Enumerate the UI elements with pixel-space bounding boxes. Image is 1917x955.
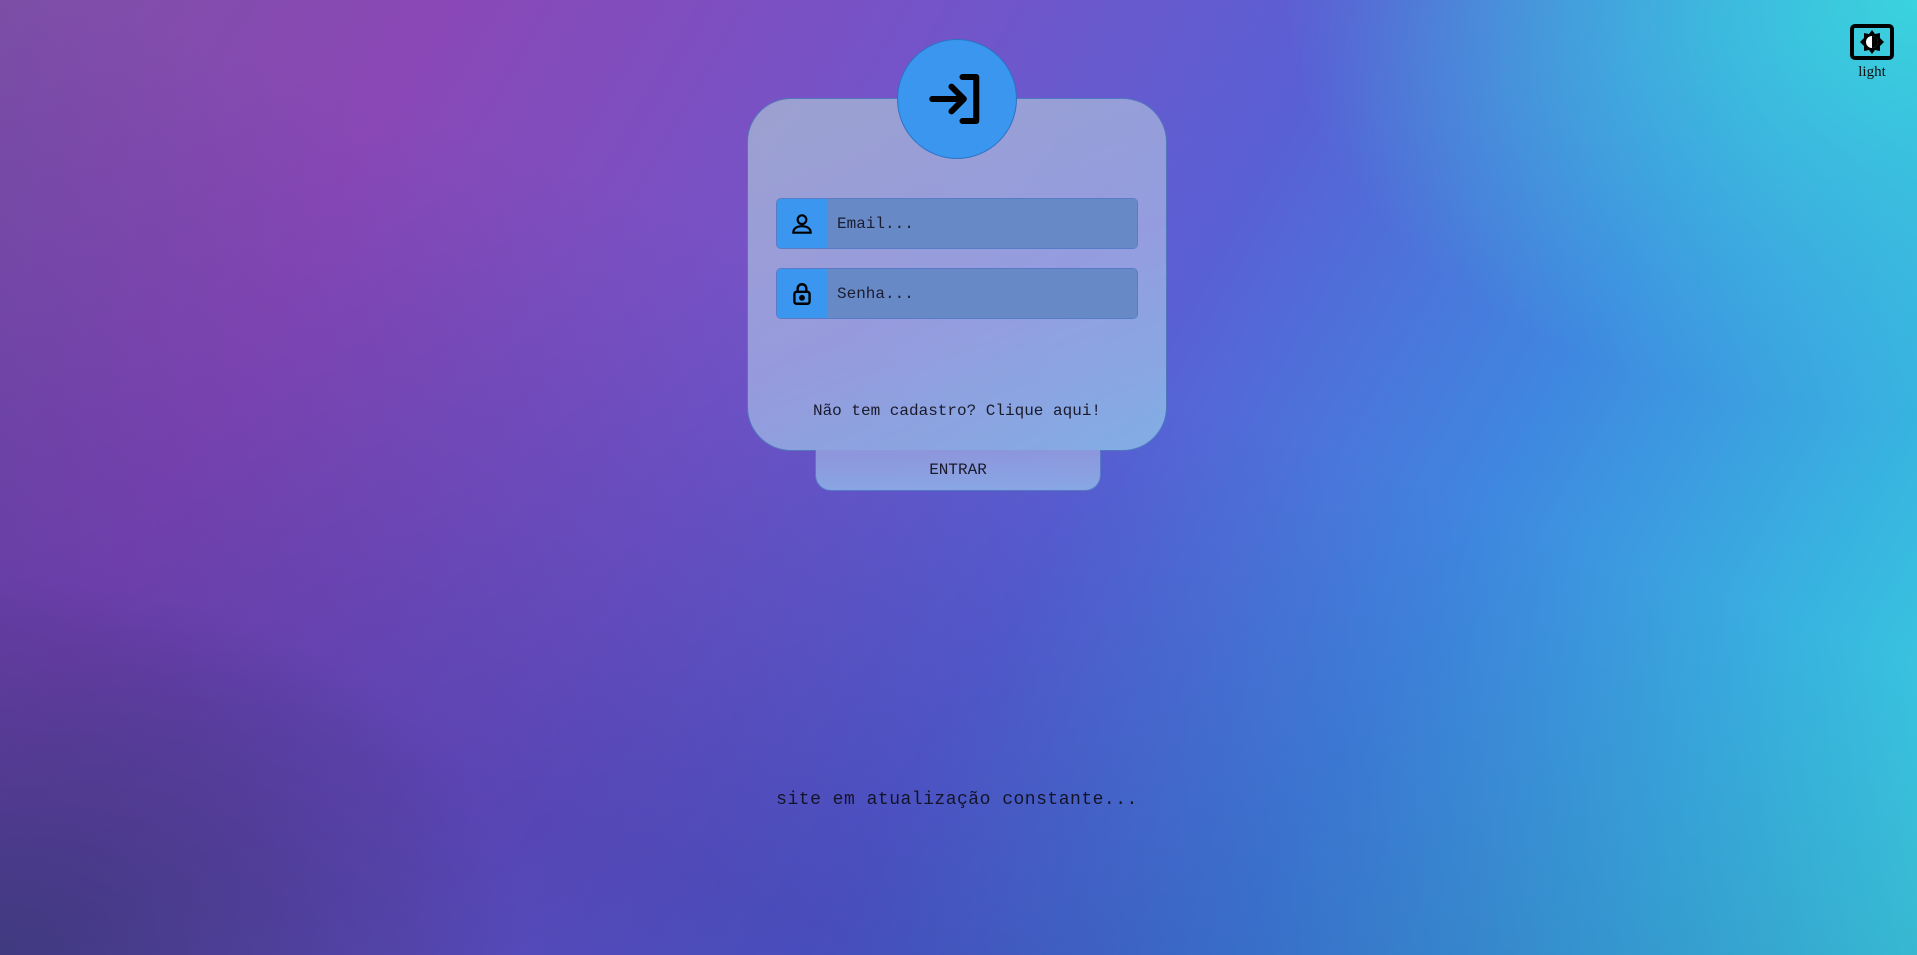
login-submit-button[interactable]: ENTRAR (815, 450, 1101, 491)
email-field (776, 198, 1138, 249)
brightness-contrast-icon (1850, 24, 1894, 60)
theme-toggle[interactable]: light (1848, 24, 1896, 81)
lock-icon (793, 282, 811, 305)
user-icon (792, 213, 812, 234)
login-header-badge (897, 39, 1017, 159)
password-input[interactable] (827, 269, 1137, 318)
password-field-icon-box (777, 269, 827, 318)
email-field-icon-box (777, 199, 827, 248)
login-enter-icon (929, 73, 980, 125)
theme-label: light (1858, 64, 1886, 80)
footer-note: site em atualização constante... (776, 790, 1138, 810)
signup-link[interactable]: Não tem cadastro? Clique aqui! (747, 402, 1167, 420)
email-input[interactable] (827, 199, 1137, 248)
password-field (776, 268, 1138, 319)
